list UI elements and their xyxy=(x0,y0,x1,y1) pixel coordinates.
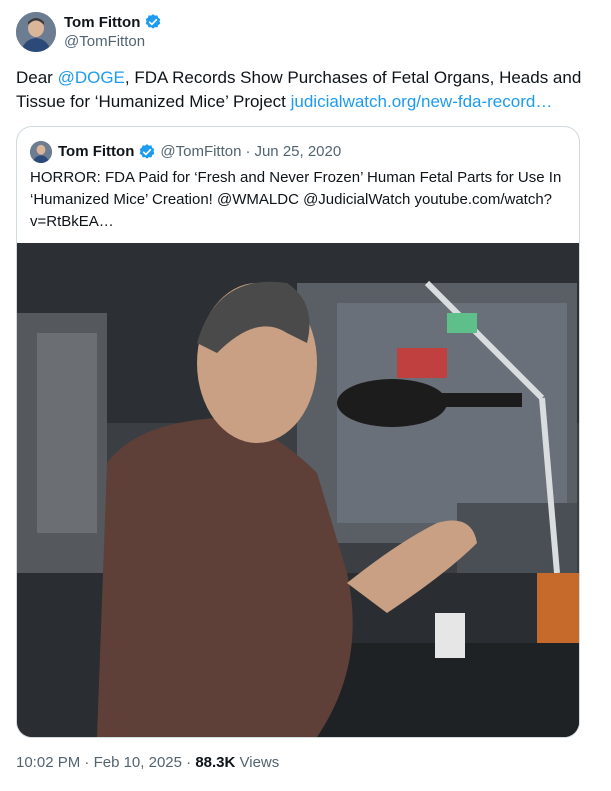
mention-link[interactable]: @DOGE xyxy=(58,68,125,87)
verified-badge-icon xyxy=(144,13,162,31)
author-name-row: Tom Fitton xyxy=(64,13,162,31)
quoted-text: HORROR: FDA Paid for ‘Fresh and Never Fr… xyxy=(30,169,562,230)
views-label: Views xyxy=(239,754,280,771)
author-avatar[interactable] xyxy=(16,12,56,52)
quoted-author-handle: @TomFitton xyxy=(160,143,242,160)
views-count: 88.3K xyxy=(195,754,236,771)
post-time[interactable]: 10:02 PM xyxy=(16,754,80,771)
post-date[interactable]: Feb 10, 2025 xyxy=(94,754,182,771)
footer-separator: · xyxy=(186,754,192,771)
article-link[interactable]: judicialwatch.org/new-fda-record… xyxy=(291,92,553,111)
author-handle[interactable]: @TomFitton xyxy=(64,33,145,50)
quoted-tweet-card[interactable]: Tom Fitton @TomFitton · Jun 25, 2020 HOR… xyxy=(16,126,580,738)
quoted-separator: · xyxy=(245,143,251,160)
quoted-author-avatar[interactable] xyxy=(30,141,52,163)
verified-badge-icon xyxy=(138,143,156,161)
tweet-text-part: Dear xyxy=(16,68,58,87)
footer-separator: · xyxy=(84,754,90,771)
quoted-video-thumbnail[interactable] xyxy=(17,243,579,737)
quoted-author-name[interactable]: Tom Fitton xyxy=(58,141,134,163)
author-name[interactable]: Tom Fitton xyxy=(64,14,140,31)
quoted-date[interactable]: Jun 25, 2020 xyxy=(254,141,341,163)
quoted-header: Tom Fitton @TomFitton · Jun 25, 2020 xyxy=(58,141,341,163)
tweet-footer: 10:02 PM · Feb 10, 2025 · 88.3K Views xyxy=(16,754,279,771)
tweet-text: Dear @DOGE, FDA Records Show Purchases o… xyxy=(16,66,591,114)
